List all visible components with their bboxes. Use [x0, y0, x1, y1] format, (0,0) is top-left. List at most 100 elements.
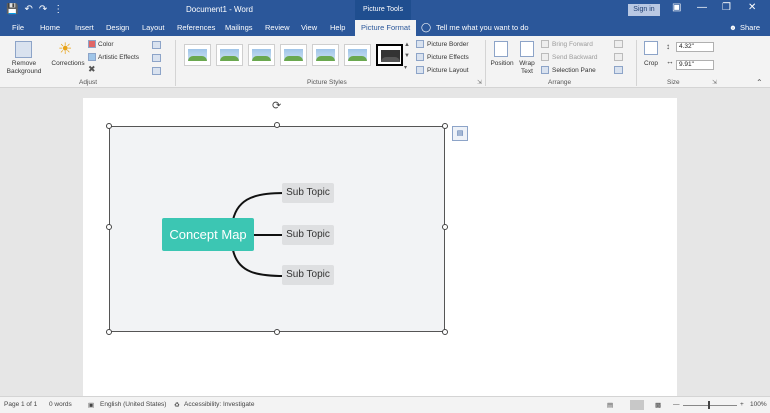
restore-icon[interactable]: ❐: [722, 2, 731, 13]
sub-topic-node: Sub Topic: [282, 265, 334, 285]
tab-references[interactable]: References: [177, 23, 215, 32]
send-backward-icon: [541, 53, 549, 61]
zoom-slider-thumb[interactable]: [708, 401, 710, 409]
web-layout-icon[interactable]: ▩: [655, 401, 661, 409]
resize-handle-top[interactable]: [274, 122, 280, 128]
color-button[interactable]: Color: [98, 40, 114, 49]
proofing-icon[interactable]: ▣: [88, 401, 94, 409]
rotate-handle-icon[interactable]: ⟳: [272, 99, 281, 112]
zoom-slider[interactable]: [683, 405, 737, 406]
tab-help[interactable]: Help: [330, 23, 345, 32]
group-separator: [636, 40, 637, 86]
resize-handle-right[interactable]: [442, 224, 448, 230]
resize-handle-bottom-right[interactable]: [442, 329, 448, 335]
selection-pane-button[interactable]: Selection Pane: [552, 66, 596, 75]
tab-insert[interactable]: Insert: [75, 23, 94, 32]
undo-icon[interactable]: ↶: [24, 3, 32, 17]
picture-style-4[interactable]: [280, 44, 307, 66]
picture-style-2[interactable]: [216, 44, 243, 66]
corrections-button[interactable]: Corrections: [48, 60, 88, 68]
tell-me-search[interactable]: Tell me what you want to do: [436, 23, 529, 32]
sub-topic-node: Sub Topic: [282, 225, 334, 245]
close-icon[interactable]: ✕: [748, 2, 756, 13]
gallery-up-icon[interactable]: ▲: [404, 42, 410, 48]
read-mode-icon[interactable]: ▤: [607, 401, 613, 409]
minimize-icon[interactable]: —: [697, 2, 707, 13]
tab-picture-format[interactable]: Picture Format: [355, 20, 417, 36]
size-dialog-launcher-icon[interactable]: ⇲: [712, 79, 717, 86]
picture-style-3[interactable]: [248, 44, 275, 66]
zoom-in-icon[interactable]: +: [740, 401, 744, 408]
customize-qat-icon[interactable]: ⋮: [53, 3, 63, 17]
status-bar: Page 1 of 1 0 words ▣ English (United St…: [0, 396, 770, 413]
change-picture-icon[interactable]: [152, 54, 161, 62]
share-button[interactable]: Share: [740, 23, 760, 32]
page-count[interactable]: Page 1 of 1: [4, 401, 37, 408]
sub-topic-node: Sub Topic: [282, 183, 334, 203]
tab-review[interactable]: Review: [265, 23, 290, 32]
redo-icon[interactable]: ↷: [39, 3, 47, 17]
zoom-out-icon[interactable]: —: [673, 401, 680, 408]
person-icon: ☻: [729, 23, 737, 32]
ribbon-picture-format: Remove Background ☀ Corrections Color Ar…: [0, 36, 770, 88]
lightbulb-icon: ◯: [421, 22, 432, 32]
title-bar: 💾 ↶ ↷ ⋮ Document1 - Word Picture Tools S…: [0, 0, 770, 20]
artistic-effects-button[interactable]: Artistic Effects: [98, 53, 139, 62]
save-icon[interactable]: 💾: [6, 3, 18, 17]
resize-handle-top-right[interactable]: [442, 123, 448, 129]
language-status[interactable]: English (United States): [100, 401, 166, 408]
tab-file[interactable]: File: [12, 23, 24, 32]
wrap-text-button[interactable]: Wrap Text: [515, 60, 539, 76]
gallery-down-icon[interactable]: ▼: [404, 53, 410, 59]
accessibility-icon: ♻: [174, 402, 180, 409]
rotate-icon[interactable]: [614, 66, 623, 74]
crop-button[interactable]: Crop: [639, 60, 663, 68]
reset-picture-icon[interactable]: [152, 67, 161, 75]
group-icon[interactable]: [614, 53, 623, 61]
tab-mailings[interactable]: Mailings: [225, 23, 253, 32]
resize-handle-bottom[interactable]: [274, 329, 280, 335]
resize-handle-bottom-left[interactable]: [106, 329, 112, 335]
word-count[interactable]: 0 words: [49, 401, 72, 408]
sign-in-button[interactable]: Sign in: [628, 4, 660, 16]
dialog-launcher-icon[interactable]: ⇲: [477, 79, 482, 86]
selection-pane-icon: [541, 66, 549, 74]
accessibility-status[interactable]: Accessibility: Investigate: [184, 401, 254, 408]
layout-options-icon[interactable]: ▤: [452, 126, 468, 141]
picture-border-icon: [416, 40, 424, 48]
arrange-group-label: Arrange: [548, 79, 572, 86]
height-input[interactable]: 4.32": [676, 42, 714, 52]
tab-home[interactable]: Home: [40, 23, 60, 32]
transparency-icon[interactable]: ✖: [88, 64, 96, 75]
position-button[interactable]: Position: [487, 60, 517, 68]
ribbon-display-icon[interactable]: ▣: [672, 2, 681, 13]
width-input[interactable]: 9.91": [676, 60, 714, 70]
tab-layout[interactable]: Layout: [142, 23, 165, 32]
height-icon: ↕: [666, 42, 670, 51]
picture-layout-button[interactable]: Picture Layout: [427, 66, 469, 75]
resize-handle-top-left[interactable]: [106, 123, 112, 129]
picture-effects-icon: [416, 53, 424, 61]
color-icon: [88, 40, 96, 48]
bring-forward-icon: [541, 40, 549, 48]
remove-background-button[interactable]: Remove Background: [2, 60, 46, 76]
zoom-level[interactable]: 100%: [750, 401, 767, 408]
picture-border-button[interactable]: Picture Border: [427, 40, 469, 49]
send-backward-button[interactable]: Send Backward: [552, 53, 598, 62]
picture-style-1[interactable]: [184, 44, 211, 66]
picture-style-5[interactable]: [312, 44, 339, 66]
tab-design[interactable]: Design: [106, 23, 129, 32]
bring-forward-button[interactable]: Bring Forward: [552, 40, 593, 49]
picture-effects-button[interactable]: Picture Effects: [427, 53, 469, 62]
collapse-ribbon-icon[interactable]: ⌃: [756, 78, 763, 87]
group-separator: [175, 40, 176, 86]
print-layout-icon[interactable]: [630, 400, 644, 410]
align-icon[interactable]: [614, 40, 623, 48]
compress-pictures-icon[interactable]: [152, 41, 161, 49]
resize-handle-left[interactable]: [106, 224, 112, 230]
tab-view[interactable]: View: [301, 23, 317, 32]
gallery-more-icon[interactable]: ▾: [404, 64, 407, 71]
picture-style-7[interactable]: [376, 44, 403, 66]
picture-style-6[interactable]: [344, 44, 371, 66]
position-icon: [494, 41, 508, 57]
